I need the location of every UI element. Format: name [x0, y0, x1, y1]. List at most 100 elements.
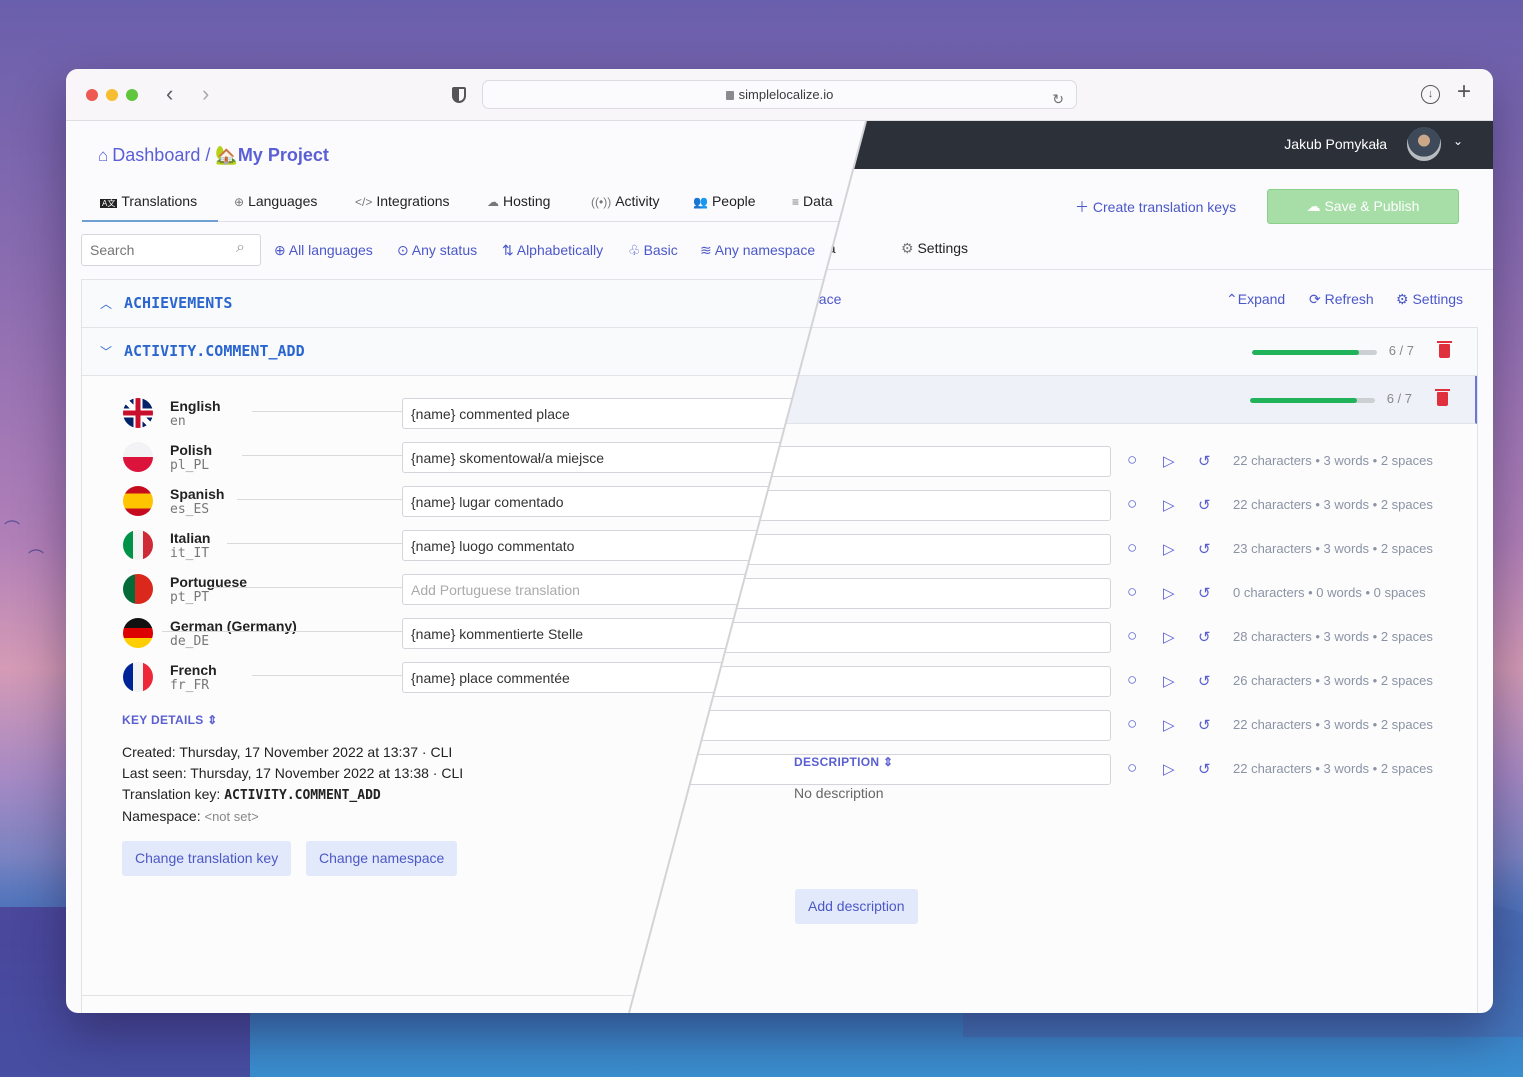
description-text: No description: [794, 785, 884, 801]
breadcrumb-dashboard[interactable]: Dashboard: [112, 145, 200, 165]
progress-fill: [1252, 350, 1360, 355]
history-icon[interactable]: ↺: [1198, 760, 1211, 778]
create-translation-keys-button[interactable]: ＋ Create translation keys: [1075, 197, 1236, 217]
language-name: English: [170, 398, 221, 414]
filter-languages[interactable]: ⊕ All languages: [274, 242, 373, 259]
leader-line: [212, 587, 402, 588]
breadcrumb-project[interactable]: My Project: [238, 145, 329, 165]
tab-label: Languages: [248, 193, 318, 209]
key-details-toggle[interactable]: KEY DETAILS ⇕: [122, 713, 218, 727]
circle-status-icon[interactable]: ○: [1127, 626, 1137, 646]
address-bar[interactable]: simplelocalize.io ↻: [482, 80, 1077, 109]
filter-status[interactable]: ⊙ Any status: [397, 242, 477, 259]
refresh-button[interactable]: ⟳ Refresh: [1309, 291, 1374, 308]
change-namespace-button[interactable]: Change namespace: [306, 841, 458, 876]
cloud-upload-icon: ☁: [1306, 198, 1321, 214]
change-translation-key-button[interactable]: Change translation key: [122, 841, 292, 876]
save-publish-button[interactable]: ☁ Save & Publish: [1267, 189, 1459, 224]
chevron-updown-icon: ⇕: [207, 713, 218, 727]
flag-icon: [123, 442, 153, 472]
sort-icon: ⇅: [502, 242, 514, 258]
tab-integrations[interactable]: </> Integrations: [355, 189, 450, 222]
circle-status-icon[interactable]: ○: [1127, 758, 1137, 778]
history-icon[interactable]: ↺: [1198, 496, 1211, 514]
tab-data[interactable]: ≡ Data: [792, 189, 833, 222]
history-icon[interactable]: ↺: [1198, 540, 1211, 558]
translation-progress: [1250, 398, 1375, 403]
status-icon: ⊙: [397, 242, 409, 258]
tab-people[interactable]: 👥 People: [693, 189, 756, 222]
tab-hosting[interactable]: ☁ Hosting: [487, 189, 550, 222]
play-icon[interactable]: ▷: [1163, 452, 1175, 470]
add-description-button[interactable]: Add description: [795, 889, 918, 924]
shield-icon[interactable]: [452, 87, 466, 103]
filter-sort[interactable]: ⇅ Alphabetically: [502, 242, 603, 259]
history-icon[interactable]: ↺: [1198, 716, 1211, 734]
play-icon[interactable]: ▷: [1163, 496, 1175, 514]
maximize-window-button[interactable]: [126, 89, 138, 101]
leader-line: [237, 499, 402, 500]
plus-icon: ＋: [1075, 199, 1089, 215]
circle-status-icon[interactable]: ○: [1127, 450, 1137, 470]
tab-activity[interactable]: ((•)) Activity: [591, 189, 660, 222]
tab-label: Activity: [615, 193, 660, 209]
language-code: pl_PL: [170, 458, 210, 473]
play-icon[interactable]: ▷: [1163, 628, 1175, 646]
chevron-left-icon[interactable]: ‹: [166, 83, 173, 105]
progress-count: 6 / 7: [1386, 391, 1412, 406]
avatar[interactable]: [1407, 127, 1441, 161]
reload-icon[interactable]: ↻: [1052, 86, 1064, 113]
play-icon[interactable]: ▷: [1163, 716, 1175, 734]
circle-status-icon[interactable]: ○: [1127, 714, 1137, 734]
home-icon: ⌂: [98, 146, 109, 165]
minimize-window-button[interactable]: [106, 89, 118, 101]
created-info: Created: Thursday, 17 November 2022 at 1…: [122, 744, 453, 760]
circle-status-icon[interactable]: ○: [1127, 538, 1137, 558]
tab-translations[interactable]: A文 Translations: [82, 189, 218, 222]
shapes-icon: ♧: [628, 242, 641, 258]
close-window-button[interactable]: [86, 89, 98, 101]
play-icon[interactable]: ▷: [1163, 584, 1175, 602]
play-icon[interactable]: ▷: [1163, 540, 1175, 558]
translation-progress: [1252, 350, 1377, 355]
filter-label: Any namespace: [714, 242, 816, 258]
search-input[interactable]: [81, 234, 261, 266]
translation-stats: 28 characters • 3 words • 2 spaces: [1233, 629, 1433, 644]
filter-label: Any status: [411, 242, 478, 258]
expand-button[interactable]: ⌃Expand: [1226, 291, 1285, 308]
user-name[interactable]: Jakub Pomykała: [1284, 136, 1387, 152]
project-icon: 🏡: [215, 145, 238, 165]
circle-status-icon[interactable]: ○: [1127, 670, 1137, 690]
play-icon[interactable]: ▷: [1163, 760, 1175, 778]
description-toggle[interactable]: DESCRIPTION ⇕: [794, 755, 893, 769]
browser-toolbar: ‹ › simplelocalize.io ↻ ↓ +: [66, 69, 1493, 121]
section-title: DESCRIPTION: [794, 755, 880, 769]
download-icon[interactable]: ↓: [1421, 85, 1440, 104]
code-icon: </>: [355, 195, 373, 209]
trash-icon[interactable]: [1437, 341, 1452, 358]
tab-languages[interactable]: ⊕ Languages: [234, 189, 317, 222]
chevron-right-icon[interactable]: ›: [202, 83, 209, 105]
leader-line: [242, 455, 402, 456]
filter-view[interactable]: ♧ Basic: [628, 242, 678, 259]
gear-icon: ⚙: [1396, 291, 1409, 307]
database-icon: ≡: [792, 195, 800, 209]
label: Created:: [122, 744, 176, 760]
key-name: ACTIVITY.COMMENT_ADD: [124, 342, 305, 360]
bird-icon: ⌒: [4, 521, 21, 538]
filter-namespace[interactable]: ≋ Any namespace: [700, 242, 815, 259]
circle-status-icon[interactable]: ○: [1127, 494, 1137, 514]
breadcrumb-separator: /: [205, 145, 211, 165]
play-icon[interactable]: ▷: [1163, 672, 1175, 690]
history-icon[interactable]: ↺: [1198, 584, 1211, 602]
circle-status-icon[interactable]: ○: [1127, 582, 1137, 602]
history-icon[interactable]: ↺: [1198, 452, 1211, 470]
trash-icon[interactable]: [1435, 389, 1450, 406]
tab-settings[interactable]: ⚙ Settings: [901, 240, 968, 257]
history-icon[interactable]: ↺: [1198, 672, 1211, 690]
url-text: simplelocalize.io: [738, 87, 834, 102]
view-settings-button[interactable]: ⚙ Settings: [1396, 291, 1463, 308]
new-tab-icon[interactable]: +: [1457, 80, 1471, 104]
chevron-down-icon[interactable]: ⌄: [1453, 134, 1463, 148]
history-icon[interactable]: ↺: [1198, 628, 1211, 646]
